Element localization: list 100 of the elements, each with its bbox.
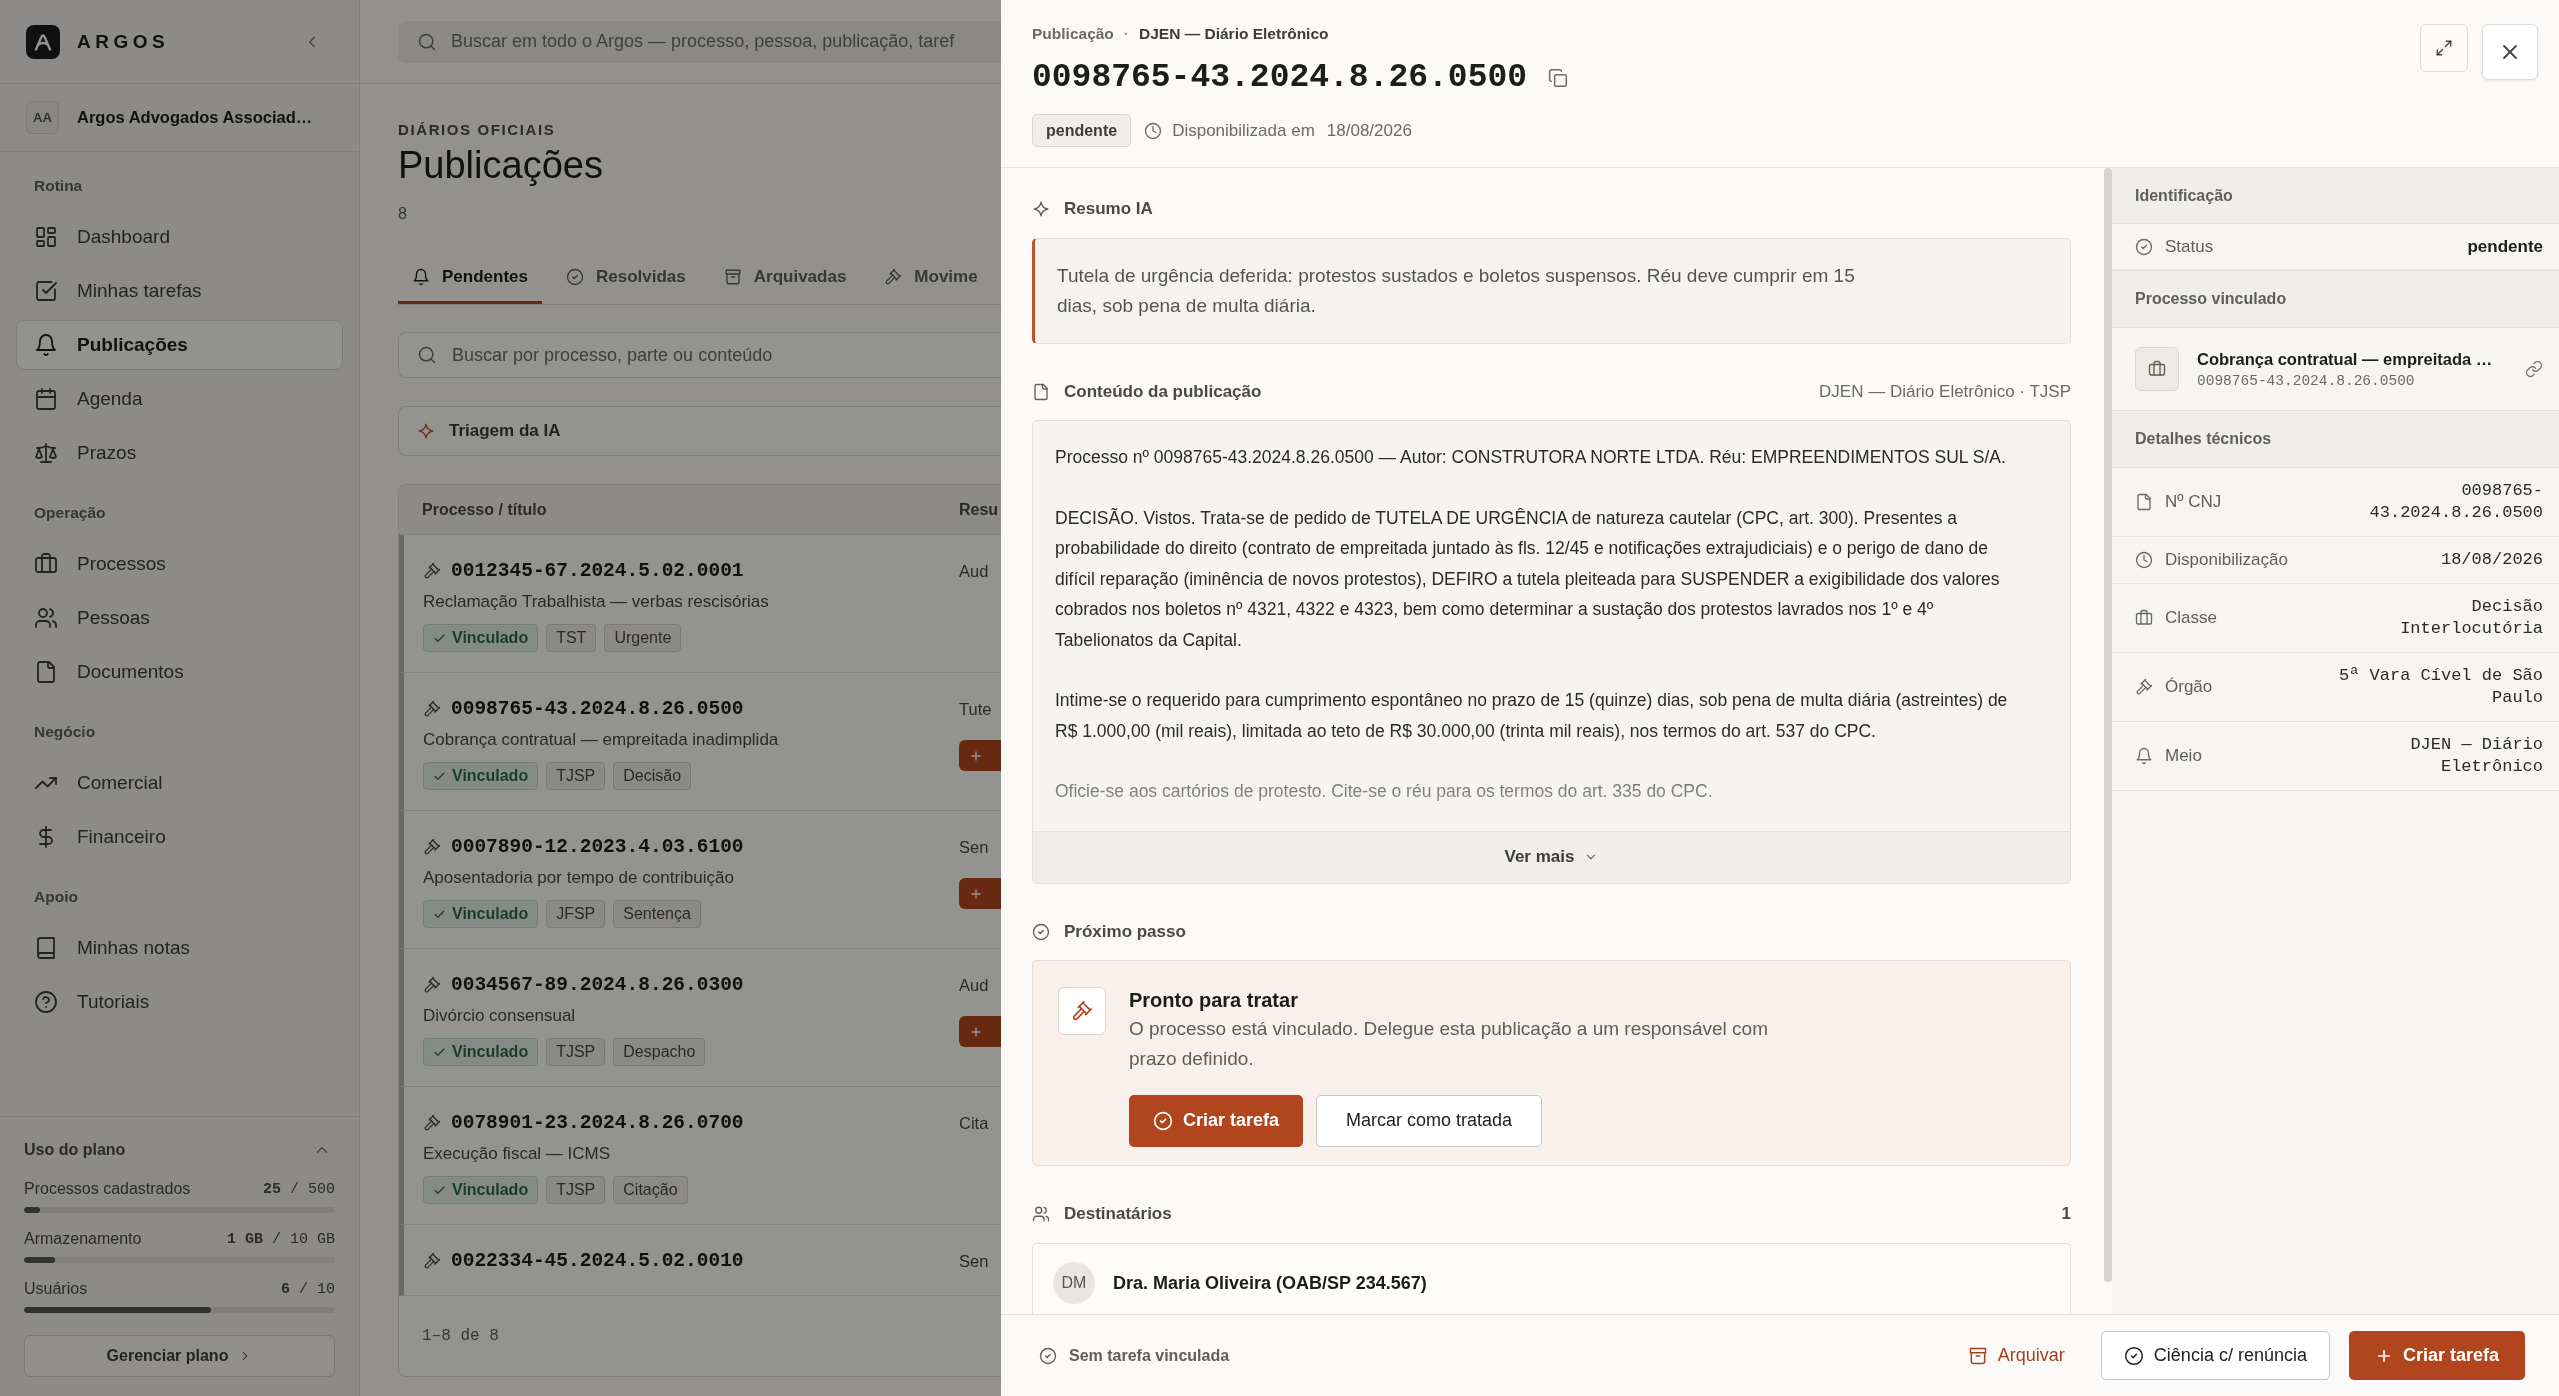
show-more-button[interactable]: Ver mais [1033,830,2070,883]
tag: JFSP [546,900,606,928]
tag: TJSP [546,762,606,790]
gavel-icon [423,838,441,856]
archive-button[interactable]: Arquivar [1967,1345,2065,1366]
content-paragraph: Processo nº 0098765-43.2024.8.26.0500 — Autor: CONSTRUTORA NORTE LTDA. Réu: EMPREENDIMENTOS SUL S/A. [1055,446,2007,469]
bell-icon [2135,747,2153,765]
ai-triage-button[interactable]: Triagem da IA [398,406,1001,456]
nav-item[interactable]: Dashboard [16,212,343,262]
section-title: Próximo passo [1064,921,1186,942]
nav-item[interactable]: Minhas tarefas [16,266,343,316]
nav-item[interactable]: Prazos [16,428,343,478]
linked-process-name[interactable]: Cobrança contratual — empreitada … [2197,349,2493,369]
nav-item[interactable]: Financeiro [16,812,343,862]
nav-section-title: Negócio [33,722,97,742]
search-icon [417,31,437,52]
nav-item[interactable]: Publicações [16,320,343,370]
table-cell-text: Aud [959,561,989,582]
nav-item[interactable]: Comercial [16,758,343,808]
org-name[interactable]: Argos Advogados Associad… [77,108,313,127]
gavel-icon [884,267,903,286]
publication-row[interactable]: 0007890-12.2023.4.03.6100 Aposentadoria por tempo de contribuição Vinculado JFSP Sentença Sen [399,811,1001,949]
grid-icon [34,225,58,249]
publication-row[interactable]: 0098765-43.2024.8.26.0500 Cobrança contratual — empreitada inadimplida Vinculado TJSP Decisão Tute [399,673,1001,811]
meter-reading: 25 / 500 [262,1180,335,1198]
tag: TJSP [546,1176,606,1204]
status-badge: pendente [1032,114,1132,147]
help-icon [34,990,58,1014]
process-number: 0012345-67.2024.5.02.0001 [451,560,744,582]
nav-item[interactable]: Documentos [16,647,343,697]
nav-section-title: Rotina [33,176,84,196]
content-source: DJEN — Diário Eletrônico · TJSP [1819,382,2071,402]
tag: TJSP [546,1038,606,1066]
recipient-avatar: DM [1053,1261,1095,1304]
plus-icon [969,748,983,763]
next-step-description: O processo está vinculado. Delegue esta publicação a um responsável com prazo definido. [1129,1016,1769,1071]
tab[interactable]: Movime [870,252,992,304]
section-title: Conteúdo da publicação [1064,382,1262,402]
process-number: 0034567-89.2024.8.26.0300 [451,974,744,996]
breadcrumb-section[interactable]: Publicação [1032,25,1114,43]
tab[interactable]: Arquivadas [709,252,861,304]
briefcase-icon [34,552,58,576]
meter-label: Armazenamento [24,1230,142,1248]
gavel-icon [1058,986,1106,1035]
publication-number: 0098765-43.2024.8.26.0500 [1032,58,1528,98]
process-number: 0098765-43.2024.8.26.0500 [451,698,744,720]
publication-row[interactable]: 0078901-23.2024.8.26.0700 Execução fiscal — ICMS Vinculado TJSP Citação Cita [399,1087,1001,1225]
content-paragraph: Intime-se o requerido para cumprimento espontâneo no prazo de 15 (quinze) dias, sob pena de multa diária (astreintes) de R$ 1.000,00 (mil reais), limitada ao teto de R$ 30.000,00 (trinta mil reais), nos termos do art. 537 do CPC. [1055,689,2009,743]
tab[interactable]: Pendentes [398,252,542,304]
gavel-icon [423,1114,441,1132]
detail-value: 0098765-43.2024.8.26.0500 [2368,480,2543,524]
document-icon [1032,383,1050,401]
process-title: Cobrança contratual — empreitada inadimplida [423,729,780,751]
gavel-icon [423,700,441,718]
create-task-button[interactable]: Criar tarefa [2348,1331,2525,1380]
tag-label: Vinculado [452,905,529,923]
nav-item[interactable]: Tutoriais [16,977,343,1027]
tag-label: Vinculado [452,1181,529,1199]
people-icon [1032,1204,1050,1223]
check-circle-icon [1032,922,1050,941]
acknowledge-button[interactable]: Ciência c/ renúncia [2100,1331,2330,1380]
plan-usage-title: Uso do plano [24,1141,126,1159]
availability-date: 18/08/2026 [1326,120,1412,141]
publication-row[interactable]: 0034567-89.2024.8.26.0300 Divórcio consensual Vinculado TJSP Despacho Aud [399,949,1001,1087]
nav-item[interactable]: Pessoas [16,593,343,643]
nav-item[interactable]: Minhas notas [16,923,343,973]
page-title: Publicações [398,143,604,188]
create-task-button[interactable]: Criar tarefa [1129,1094,1304,1147]
global-search-field[interactable]: Buscar em todo o Argos — processo, pessoa, publicação, taref [398,20,1001,63]
availability-label: Disponibilizada em [1172,120,1315,141]
detail-value: 5ª Vara Cível de São Paulo [2337,665,2543,709]
add-button[interactable] [959,740,1001,771]
process-number: 0007890-12.2023.4.03.6100 [451,836,744,858]
nav-item[interactable]: Processos [16,539,343,589]
copy-icon [1548,68,1569,88]
expand-button[interactable] [2420,24,2468,72]
tag-label: Vinculado [452,629,529,647]
close-button[interactable] [2482,24,2538,80]
process-title: Execução fiscal — ICMS [423,1143,612,1165]
tag: Urgente [604,624,682,652]
scrollbar-thumb[interactable] [2104,168,2112,1282]
add-button[interactable] [959,878,1001,909]
linked-process-number: 0098765-43.2024.8.26.0500 [2197,372,2415,389]
column-header: Processo / título [421,500,548,519]
breadcrumb-source: DJEN — Diário Eletrônico [1139,25,1329,43]
nav-item[interactable]: Agenda [16,374,343,424]
manage-plan-button[interactable]: Gerenciar plano [24,1335,335,1377]
process-number: 0078901-23.2024.8.26.0700 [451,1112,744,1134]
open-link-button[interactable] [2525,360,2543,378]
mark-handled-button[interactable]: Marcar como tratada [1316,1094,1543,1147]
people-icon [34,606,58,630]
filter-search-field[interactable]: Buscar por processo, parte ou conteúdo [398,332,1001,378]
publication-row[interactable]: 0012345-67.2024.5.02.0001 Reclamação Trabalhista — verbas rescisórias Vinculado TST Urgente Aud [399,535,1001,673]
org-avatar: AA [26,101,59,134]
section-header: Processo vinculado [2112,270,2559,328]
tab[interactable]: Resolvidas [552,252,700,304]
scale-icon [34,441,58,465]
detail-value: DJEN — Diário Eletrônico [2409,734,2543,778]
copy-button[interactable] [1548,68,1569,88]
add-button[interactable] [959,1016,1001,1047]
